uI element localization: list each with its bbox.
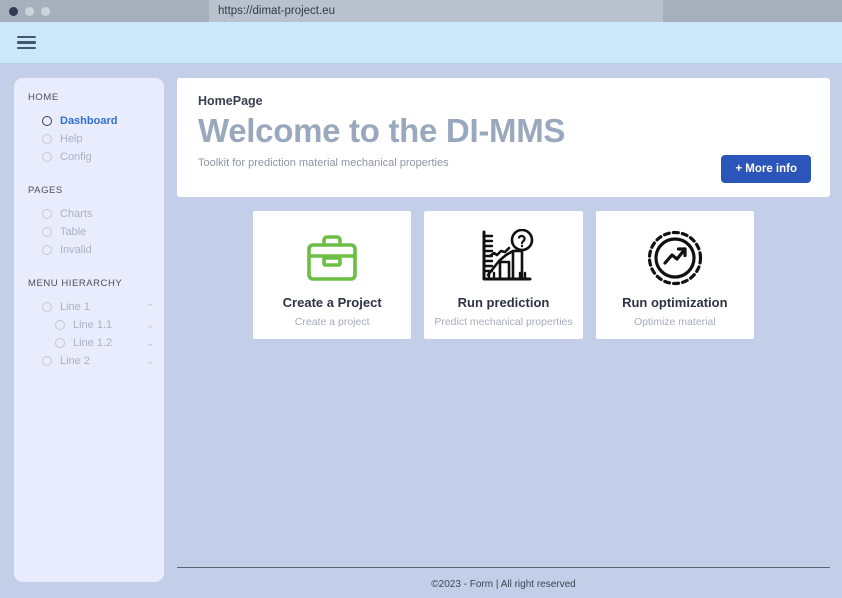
radio-icon <box>42 134 52 144</box>
feature-cards: Create a Project Create a project Run pr… <box>177 211 830 339</box>
radio-icon <box>42 356 52 366</box>
card-run-optimization[interactable]: Run optimization Optimize material <box>595 211 754 339</box>
sidebar-group-title-pages: PAGES <box>28 185 63 196</box>
card-title: Run optimization <box>622 295 728 310</box>
sidebar-item-dashboard[interactable]: Dashboard <box>14 112 164 130</box>
radio-icon <box>42 245 52 255</box>
address-bar-url: https://dimat-project.eu <box>218 5 335 17</box>
chevron-down-icon[interactable]: ⌄ <box>146 320 154 330</box>
sidebar-group-title-menu-hierarchy: MENU HIERARCHY <box>28 278 123 289</box>
chevron-down-icon[interactable]: ⌄ <box>146 356 154 366</box>
sidebar: HOME Dashboard Help Config PAGES Charts <box>14 78 164 582</box>
page-title: HomePage <box>198 94 263 108</box>
card-title: Create a Project <box>282 295 382 310</box>
sidebar-group-pages: PAGES Charts Table Invalid <box>14 185 164 259</box>
sidebar-item-label: Table <box>60 226 87 238</box>
sidebar-item-label: Charts <box>60 208 93 220</box>
hero-panel: HomePage Welcome to the DI-MMS Toolkit f… <box>177 78 830 197</box>
radio-icon <box>42 152 52 162</box>
sidebar-item-label: Line 1.2 <box>73 337 113 349</box>
card-create-a-project[interactable]: Create a Project Create a project <box>253 211 412 339</box>
browser-title-bar: https://dimat-project.eu <box>0 0 842 22</box>
sidebar-item-help[interactable]: Help <box>14 130 164 148</box>
radio-icon <box>55 338 65 348</box>
main-content: HomePage Welcome to the DI-MMS Toolkit f… <box>177 78 830 598</box>
sidebar-item-label: Line 2 <box>60 355 90 367</box>
more-info-button[interactable]: + More info <box>721 155 811 183</box>
hamburger-bar-3 <box>17 46 36 50</box>
sidebar-group-menu-hierarchy: MENU HIERARCHY Line 1 ⌃ Line 1.1 ⌄ Line … <box>14 278 164 370</box>
hero-subtitle: Toolkit for prediction material mechanic… <box>198 156 449 169</box>
sidebar-item-label: Invalid <box>60 244 92 256</box>
chevron-down-icon[interactable]: ⌄ <box>146 338 154 348</box>
briefcase-icon <box>305 227 359 289</box>
sidebar-group-home: HOME Dashboard Help Config <box>14 92 164 166</box>
gear-trend-icon <box>645 227 705 289</box>
card-subtitle: Optimize material <box>633 316 716 328</box>
card-title: Run prediction <box>457 295 550 310</box>
sidebar-group-title-home: HOME <box>28 92 59 103</box>
sidebar-item-line-2[interactable]: Line 2 ⌄ <box>14 352 164 370</box>
chevron-up-icon[interactable]: ⌃ <box>146 302 154 312</box>
sidebar-item-table[interactable]: Table <box>14 223 164 241</box>
footer-divider <box>177 567 830 568</box>
sidebar-item-label: Dashboard <box>60 115 118 127</box>
address-bar[interactable]: https://dimat-project.eu <box>209 0 663 22</box>
sidebar-item-label: Line 1 <box>60 301 90 313</box>
window-controls <box>0 6 50 16</box>
sidebar-item-line-1-2[interactable]: Line 1.2 ⌄ <box>14 334 164 352</box>
hamburger-bar-2 <box>17 41 36 44</box>
footer: ©2023 - Form | All right reserved <box>177 567 830 598</box>
card-run-prediction[interactable]: Run prediction Predict mechanical proper… <box>424 211 583 339</box>
sidebar-item-charts[interactable]: Charts <box>14 205 164 223</box>
radio-icon <box>55 320 65 330</box>
sidebar-item-label: Help <box>60 133 83 145</box>
sidebar-item-label: Line 1.1 <box>73 319 113 331</box>
hamburger-bar-1 <box>17 35 36 39</box>
hamburger-menu-icon[interactable] <box>17 35 36 50</box>
card-subtitle: Predict mechanical properties <box>434 316 573 328</box>
radio-icon <box>42 227 52 237</box>
window-maximize-dot[interactable] <box>41 6 50 16</box>
sidebar-item-invalid[interactable]: Invalid <box>14 241 164 259</box>
window-close-dot[interactable] <box>9 6 18 16</box>
footer-copyright: ©2023 - Form | All right reserved <box>431 579 576 590</box>
page-body: HOME Dashboard Help Config PAGES Charts <box>0 64 842 598</box>
sidebar-item-line-1-1[interactable]: Line 1.1 ⌄ <box>14 316 164 334</box>
card-subtitle: Create a project <box>294 316 370 328</box>
radio-icon <box>42 302 52 312</box>
radio-icon <box>42 209 52 219</box>
app-top-bar <box>0 22 842 64</box>
sidebar-item-line-1[interactable]: Line 1 ⌃ <box>14 298 164 316</box>
sidebar-item-config[interactable]: Config <box>14 148 164 166</box>
chart-question-icon <box>472 227 534 289</box>
hero-heading: Welcome to the DI-MMS <box>198 112 566 149</box>
sidebar-item-label: Config <box>60 151 92 163</box>
window-minimize-dot[interactable] <box>25 6 34 16</box>
radio-icon <box>42 116 52 126</box>
